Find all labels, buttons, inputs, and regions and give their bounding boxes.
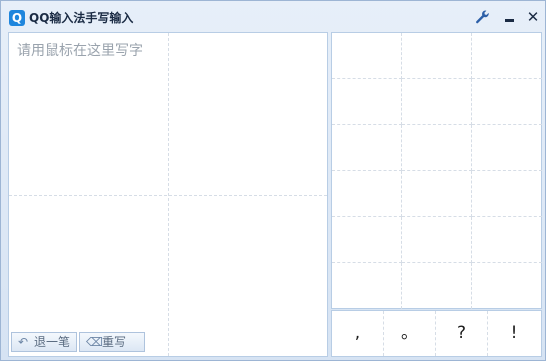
punctuation-button[interactable]: 。 bbox=[384, 311, 436, 356]
punctuation-button[interactable]: ! bbox=[488, 311, 540, 356]
candidate-cell[interactable] bbox=[332, 33, 402, 79]
qq-app-icon: Q bbox=[9, 10, 25, 26]
candidate-cell[interactable] bbox=[402, 171, 472, 217]
candidate-cell[interactable] bbox=[472, 125, 542, 171]
candidate-cell[interactable] bbox=[472, 33, 542, 79]
undo-stroke-label: 退一笔 bbox=[34, 335, 71, 349]
candidate-cell[interactable] bbox=[472, 217, 542, 263]
undo-stroke-button[interactable]: ↶ 退一笔 bbox=[11, 332, 77, 352]
candidate-cell[interactable] bbox=[332, 79, 402, 125]
candidate-cell[interactable] bbox=[332, 217, 402, 263]
rewrite-label: 重写 bbox=[102, 335, 127, 349]
punctuation-button[interactable]: ? bbox=[436, 311, 488, 356]
candidate-cell[interactable] bbox=[402, 217, 472, 263]
guide-line-horizontal bbox=[9, 195, 327, 196]
punctuation-button[interactable]: , bbox=[332, 311, 384, 356]
close-icon[interactable]: ✕ bbox=[525, 9, 541, 25]
candidate-cell[interactable] bbox=[332, 263, 402, 309]
candidate-cell[interactable] bbox=[472, 79, 542, 125]
candidate-cell[interactable] bbox=[402, 125, 472, 171]
rewrite-button[interactable]: ⌫ 重写 bbox=[79, 332, 145, 352]
minimize-icon[interactable] bbox=[501, 9, 517, 25]
candidate-cell[interactable] bbox=[472, 171, 542, 217]
title-bar[interactable]: Q QQ输入法手写输入 ✕ bbox=[1, 1, 545, 31]
candidate-cell[interactable] bbox=[332, 125, 402, 171]
candidate-grid bbox=[331, 32, 542, 309]
eraser-icon: ⌫ bbox=[86, 335, 103, 349]
candidate-cell[interactable] bbox=[402, 79, 472, 125]
candidate-cell[interactable] bbox=[332, 171, 402, 217]
window-title: QQ输入法手写输入 bbox=[29, 11, 134, 25]
candidate-cell[interactable] bbox=[402, 33, 472, 79]
handwriting-placeholder: 请用鼠标在这里写字 bbox=[17, 43, 143, 59]
handwriting-window: Q QQ输入法手写输入 ✕ 请用鼠标在这里写字 ↶ 退一笔 ⌫ 重写 ,。?! bbox=[0, 0, 546, 361]
punctuation-bar: ,。?! bbox=[331, 310, 542, 357]
undo-icon: ↶ bbox=[18, 335, 29, 349]
candidate-cell[interactable] bbox=[402, 263, 472, 309]
candidate-cell[interactable] bbox=[472, 263, 542, 309]
wrench-icon[interactable] bbox=[474, 9, 490, 25]
handwriting-area[interactable]: 请用鼠标在这里写字 ↶ 退一笔 ⌫ 重写 bbox=[8, 32, 328, 357]
